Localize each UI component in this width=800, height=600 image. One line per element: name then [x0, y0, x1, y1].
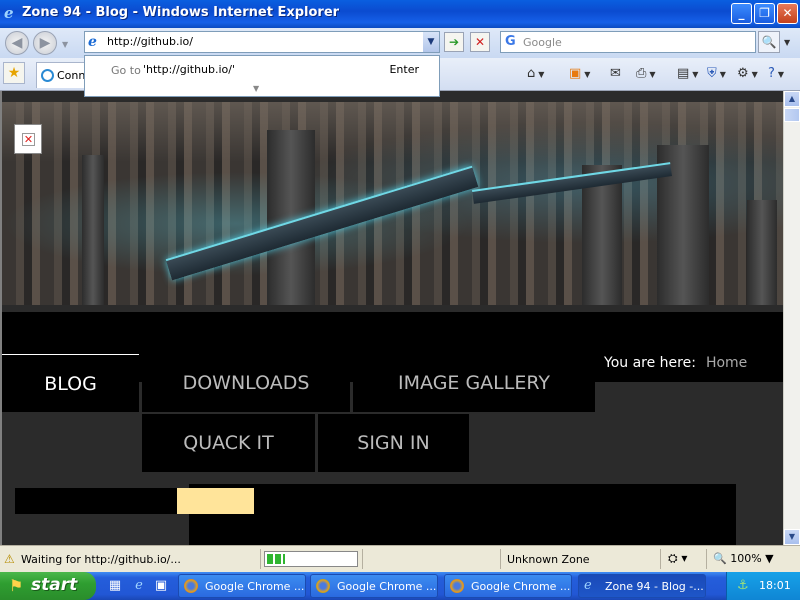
protected-mode-icon[interactable]: ⛭ ▾	[668, 551, 687, 566]
expand-chevron-icon[interactable]: ▼	[253, 84, 259, 93]
search-placeholder: Google	[523, 36, 562, 49]
page-icon: e	[88, 34, 97, 50]
home-button[interactable]: ⌂ ▼	[527, 64, 544, 84]
chrome-icon	[184, 579, 198, 593]
progress-fill	[267, 554, 285, 564]
clock: 18:01	[759, 579, 791, 592]
sidebar-block	[15, 488, 189, 514]
taskbar-item[interactable]: Google Chrome ...	[310, 574, 438, 598]
go-button[interactable]: ➔	[444, 32, 464, 52]
search-button[interactable]: 🔍	[758, 31, 780, 53]
favorites-star-icon[interactable]: ★	[3, 62, 25, 84]
autocomplete-prefix: Go to	[111, 64, 141, 77]
start-label: start	[31, 575, 78, 595]
menu-downloads[interactable]: DOWNLOADS	[142, 354, 350, 412]
google-icon: G	[505, 34, 516, 49]
safety-button[interactable]: ⛨ ▼	[707, 64, 726, 84]
scroll-up-icon[interactable]: ▲	[784, 91, 800, 107]
scroll-down-icon[interactable]: ▼	[784, 529, 800, 545]
taskbar-item-active[interactable]: e Zone 94 - Blog -...	[578, 574, 706, 598]
banner-tower	[747, 200, 777, 305]
tab-label: Conn	[57, 69, 86, 82]
address-field[interactable]: e http://github.io/ ▼	[84, 31, 440, 53]
chrome-icon	[316, 579, 330, 593]
network-tray-icon[interactable]: ⚓	[737, 578, 749, 593]
chrome-icon	[450, 579, 464, 593]
taskbar-item-label: Google Chrome ...	[205, 580, 305, 593]
search-options-icon[interactable]: ▼	[784, 38, 790, 47]
system-tray: ⚓ 18:01	[726, 572, 800, 600]
quicklaunch-media-icon[interactable]: ▣	[152, 577, 170, 595]
main-content-area	[189, 484, 736, 545]
ie-window: e Zone 94 - Blog - Windows Internet Expl…	[0, 0, 800, 600]
start-button[interactable]: ⚑ start	[0, 572, 96, 600]
page-viewport: ✕ You are here: Home BLOG DOWNLOADS IMAGE…	[0, 91, 783, 545]
security-zone[interactable]: Unknown Zone	[507, 553, 590, 566]
back-button[interactable]: ◀	[5, 31, 29, 55]
history-dropdown-icon[interactable]: ▼	[62, 40, 68, 49]
search-field[interactable]: G Google	[500, 31, 756, 53]
taskbar-item-label: Google Chrome ...	[337, 580, 437, 593]
taskbar: ⚑ start ▦ e ▣ Google Chrome ... Google C…	[0, 572, 800, 600]
menu-quack-it[interactable]: QUACK IT	[142, 414, 315, 472]
feeds-button[interactable]: ▣ ▼	[569, 64, 590, 84]
page-menu-button[interactable]: ▤ ▼	[677, 64, 698, 84]
status-bar: ⚠ Waiting for http://github.io/... Unkno…	[0, 545, 800, 572]
loading-icon	[41, 69, 54, 82]
address-autocomplete[interactable]: Go to 'http://github.io/' Enter ▼	[84, 55, 440, 97]
menu-image-gallery[interactable]: IMAGE GALLERY	[353, 354, 595, 412]
windows-flag-icon: ⚑	[9, 576, 24, 595]
status-message: Waiting for http://github.io/...	[21, 553, 181, 566]
taskbar-item[interactable]: Google Chrome ...	[178, 574, 306, 598]
banner-monorail	[471, 162, 673, 204]
status-separator	[706, 549, 707, 569]
scroll-thumb[interactable]	[784, 108, 800, 122]
menu-blog[interactable]: BLOG	[2, 354, 139, 412]
broken-image-icon: ✕	[14, 124, 42, 154]
address-bar-row: ◀ ▶ ▼ e http://github.io/ ▼ ➔ ✕ G Google…	[0, 28, 800, 58]
address-url[interactable]: http://github.io/	[107, 35, 193, 48]
print-button[interactable]: ⎙ ▼	[636, 64, 656, 84]
minimize-button[interactable]: _	[731, 3, 752, 24]
help-button[interactable]: ? ▼	[768, 64, 784, 84]
taskbar-item[interactable]: Google Chrome ...	[444, 574, 572, 598]
banner-monorail	[165, 165, 479, 281]
title-bar[interactable]: e Zone 94 - Blog - Windows Internet Expl…	[0, 0, 800, 28]
banner-tower	[82, 155, 104, 305]
zoom-level[interactable]: 🔍 100% ▼	[713, 552, 774, 565]
vertical-scrollbar[interactable]: ▲ ▼	[783, 91, 800, 545]
breadcrumb-home-link[interactable]: Home	[706, 355, 747, 371]
forward-button[interactable]: ▶	[33, 31, 57, 55]
zoom-value: 100%	[730, 552, 762, 565]
autocomplete-url[interactable]: 'http://github.io/'	[143, 63, 235, 76]
warning-icon: ⚠	[4, 552, 15, 566]
status-separator	[660, 549, 661, 569]
breadcrumb: You are here: Home	[604, 355, 747, 371]
quicklaunch-ie-icon[interactable]: e	[130, 577, 148, 595]
close-button[interactable]: ✕	[777, 3, 798, 24]
status-separator	[500, 549, 501, 569]
stop-button[interactable]: ✕	[470, 32, 490, 52]
highlight-block	[177, 488, 254, 514]
breadcrumb-label: You are here:	[604, 355, 696, 371]
quicklaunch-desktop-icon[interactable]: ▦	[106, 577, 124, 595]
status-separator	[260, 549, 261, 569]
taskbar-item-label: Zone 94 - Blog -...	[605, 580, 704, 593]
mail-button[interactable]: ✉	[610, 64, 621, 84]
menu-sign-in[interactable]: SIGN IN	[318, 414, 469, 472]
address-dropdown-icon[interactable]: ▼	[423, 32, 439, 52]
taskbar-item-label: Google Chrome ...	[471, 580, 571, 593]
tools-gear-icon[interactable]: ⚙ ▼	[737, 64, 758, 84]
autocomplete-action: Enter	[389, 63, 419, 76]
ie-icon: e	[584, 578, 592, 593]
header-banner-image	[2, 102, 783, 305]
window-title: Zone 94 - Blog - Windows Internet Explor…	[22, 5, 340, 20]
status-separator	[362, 549, 363, 569]
loading-progress-bar	[264, 551, 358, 567]
ie-logo-icon: e	[4, 4, 14, 22]
maximize-button[interactable]: ❐	[754, 3, 775, 24]
